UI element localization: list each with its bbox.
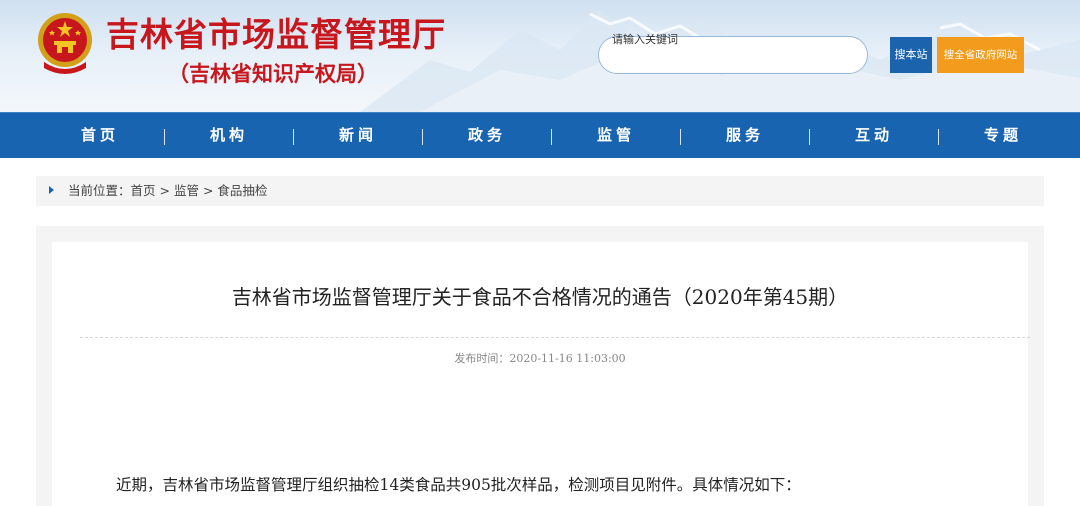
search-province-button[interactable]: 搜全省政府网站 — [937, 37, 1024, 73]
nav-item-news[interactable]: 新闻 — [293, 113, 423, 159]
nav-item-supervision[interactable]: 监管 — [551, 113, 681, 159]
breadcrumb-prefix: 当前位置： — [68, 183, 131, 198]
site-title: 吉林省市场监督管理厅 — [106, 15, 446, 54]
search-placeholder: 请输入关键词 — [612, 33, 678, 46]
article-card — [52, 242, 1028, 506]
article-body-text: 近期，吉林省市场监督管理厅组织抽检14类食品共905批次样品，检测项目见附件。具… — [116, 476, 801, 494]
main-nav: 首页 机构 新闻 政务 监管 服务 互动 专题 — [0, 112, 1080, 158]
article-title: 吉林省市场监督管理厅关于食品不合格情况的通告（2020年第45期） — [231, 285, 849, 309]
breadcrumb-home-link[interactable]: 首页 — [131, 183, 156, 198]
breadcrumb-arrow-icon — [49, 186, 54, 194]
nav-item-home[interactable]: 首页 — [35, 113, 165, 159]
breadcrumb-text: 当前位置：首页 > 监管 > 食品抽检 — [68, 183, 267, 199]
nav-item-government[interactable]: 政务 — [422, 113, 552, 159]
search-site-button[interactable]: 搜本站 — [890, 37, 932, 73]
site-subtitle: （吉林省知识产权局） — [168, 62, 378, 86]
nav-item-topics[interactable]: 专题 — [938, 113, 1068, 159]
title-divider — [80, 337, 1030, 338]
breadcrumb-supervision-link[interactable]: 监管 — [174, 183, 199, 198]
nav-item-organization[interactable]: 机构 — [164, 113, 294, 159]
breadcrumb-separator: > — [155, 183, 174, 198]
breadcrumb-food-inspection-link[interactable]: 食品抽检 — [217, 183, 267, 198]
national-emblem-icon — [38, 13, 92, 74]
publish-time: 发布时间：2020-11-16 11:03:00 — [454, 352, 626, 365]
nav-item-services[interactable]: 服务 — [680, 113, 810, 159]
nav-item-interaction[interactable]: 互动 — [809, 113, 939, 159]
breadcrumb-separator: > — [198, 183, 218, 198]
site-header: 吉林省市场监督管理厅 （吉林省知识产权局） 请输入关键词 搜本站 搜全省政府网站 — [0, 0, 1080, 112]
